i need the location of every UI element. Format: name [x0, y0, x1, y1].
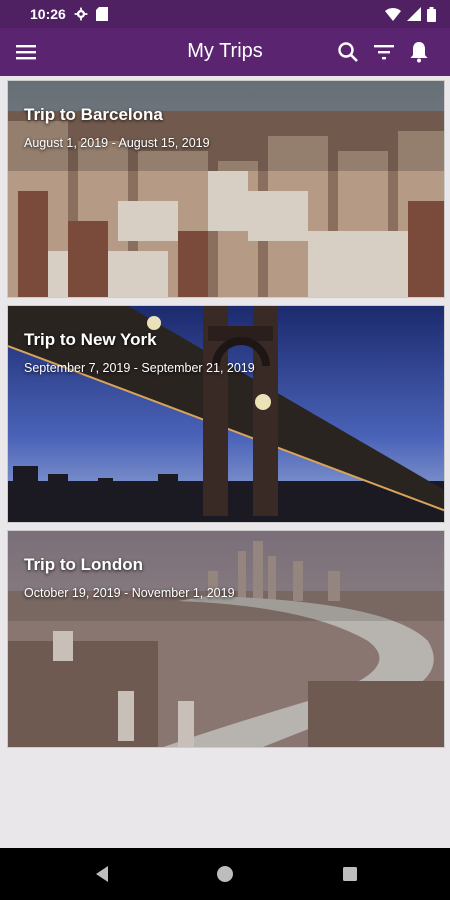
- trip-card-new-york[interactable]: Trip to New York September 7, 2019 - Sep…: [7, 305, 445, 523]
- trip-title: Trip to Barcelona: [24, 105, 163, 124]
- filter-icon: [374, 45, 394, 60]
- filter-button[interactable]: [370, 38, 398, 66]
- search-button[interactable]: [334, 38, 362, 66]
- trip-dates: September 7, 2019 - September 21, 2019: [24, 361, 255, 375]
- trip-card-london[interactable]: Trip to London October 19, 2019 - Novemb…: [7, 530, 445, 748]
- notifications-button[interactable]: [405, 38, 433, 66]
- battery-icon: [427, 6, 436, 22]
- system-nav-bar: [0, 848, 450, 900]
- signal-icon: [407, 7, 421, 21]
- trip-dates: October 19, 2019 - November 1, 2019: [24, 586, 235, 600]
- status-left: 10:26: [14, 6, 108, 22]
- recents-icon[interactable]: [338, 862, 362, 886]
- app-bar: My Trips: [0, 28, 450, 76]
- settings-gear-icon: [74, 7, 88, 21]
- back-icon[interactable]: [90, 862, 114, 886]
- trip-title: Trip to New York: [24, 330, 157, 349]
- search-icon: [338, 42, 358, 62]
- status-time: 10:26: [30, 6, 66, 22]
- home-icon[interactable]: [213, 862, 237, 886]
- trip-dates: August 1, 2019 - August 15, 2019: [24, 136, 210, 150]
- wifi-icon: [385, 8, 401, 21]
- status-bar: 10:26: [0, 0, 450, 28]
- bell-icon: [410, 42, 428, 63]
- sd-card-icon: [95, 7, 108, 21]
- status-right: [385, 6, 436, 22]
- trip-card-barcelona[interactable]: Trip to Barcelona August 1, 2019 - Augus…: [7, 80, 445, 298]
- trip-title: Trip to London: [24, 555, 143, 574]
- trip-list: Trip to Barcelona August 1, 2019 - Augus…: [0, 76, 450, 848]
